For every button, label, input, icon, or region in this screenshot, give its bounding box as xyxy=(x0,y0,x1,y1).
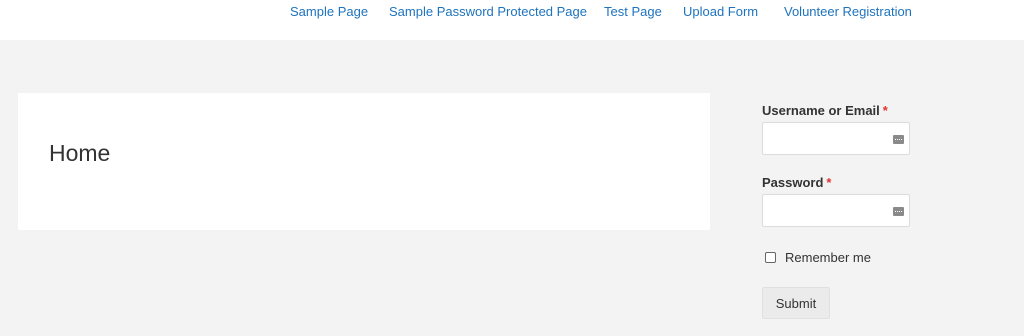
nav-link-sample-page[interactable]: Sample Page xyxy=(290,4,368,20)
nav-link-test-page[interactable]: Test Page xyxy=(604,4,662,20)
username-label-text: Username or Email xyxy=(762,103,880,118)
remember-me-checkbox[interactable] xyxy=(765,251,776,263)
nav-link-upload-form[interactable]: Upload Form xyxy=(683,4,758,20)
nav-link-sample-password-protected-page[interactable]: Sample Password Protected Page xyxy=(389,4,587,20)
remember-me-label: Remember me xyxy=(785,249,871,265)
username-field-wrapper xyxy=(762,122,910,155)
username-input[interactable] xyxy=(763,123,909,154)
main-content-card: Home xyxy=(18,93,710,230)
password-label: Password * xyxy=(762,175,831,191)
password-manager-icon[interactable] xyxy=(893,207,904,216)
page-title: Home xyxy=(49,140,111,166)
nav-link-volunteer-registration[interactable]: Volunteer Registration xyxy=(784,4,912,20)
password-field-wrapper xyxy=(762,194,910,227)
site-header: Sample Page Sample Password Protected Pa… xyxy=(0,0,1024,40)
password-manager-icon[interactable] xyxy=(893,135,904,144)
required-marker: * xyxy=(882,103,888,118)
password-label-text: Password xyxy=(762,175,824,190)
remember-me-row[interactable]: Remember me xyxy=(765,248,871,266)
required-marker: * xyxy=(826,175,832,190)
username-label: Username or Email * xyxy=(762,103,888,119)
password-input[interactable] xyxy=(763,195,909,226)
submit-button[interactable]: Submit xyxy=(762,287,830,319)
